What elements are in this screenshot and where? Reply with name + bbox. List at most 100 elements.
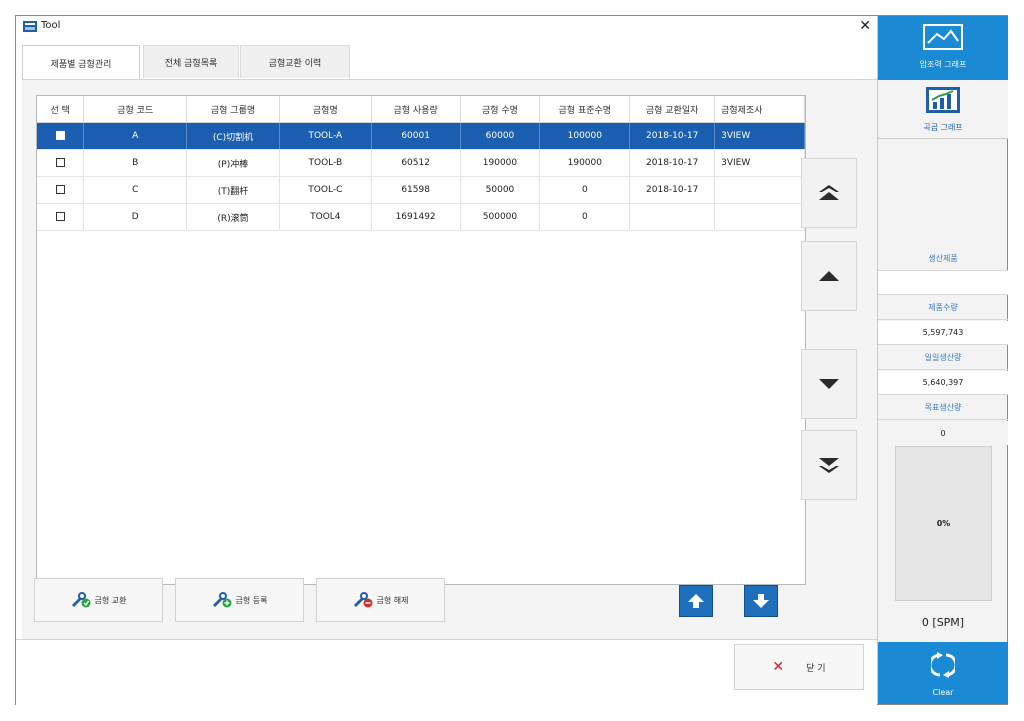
tool-register-icon [212,592,231,608]
table-row[interactable]: B (P)冲棒 TOOL-B 60512 190000 190000 2018-… [37,149,805,177]
tool-app-icon [23,21,37,32]
cell-tool-code: C [83,176,188,204]
line-graph-icon [923,24,963,50]
target-output-header: 목표생산량 [878,396,1008,420]
quantity-header: 제품수량 [878,296,1008,320]
cell-tool-group: (C)切割机 [186,122,280,150]
cell-tool-life: 190000 [460,149,541,177]
col-header-tool-usage[interactable]: 금형 사용량 [371,96,461,123]
target-output-value: 0 [878,421,1008,445]
cell-tool-life: 60000 [460,122,541,150]
col-header-tool-code[interactable]: 금형 코드 [83,96,188,123]
col-header-tool-name[interactable]: 금형명 [279,96,372,123]
cell-change-date: 2018-10-17 [629,149,716,177]
close-label: 닫 기 [806,663,826,674]
cell-manufacturer [714,176,805,204]
scroll-bottom-button[interactable] [801,430,857,500]
cell-standard-life: 100000 [539,122,631,150]
cell-manufacturer [714,203,805,231]
window-title: Tool [41,20,61,31]
progress-gauge: 0% [895,446,992,601]
col-header-tool-group[interactable]: 금형 그룹명 [186,96,280,123]
table-row[interactable]: D (R)滚筒 TOOL4 1691492 500000 0 [37,203,805,231]
scroll-down-button[interactable] [801,349,857,419]
cell-tool-name: TOOL-B [279,149,372,177]
spm-readout: 0 [SPM] [921,616,965,629]
quantity-value: 5,597,743 [878,321,1008,345]
tool-replace-label: 금형 교환 [94,595,127,605]
tab-all-tool-list[interactable]: 전체 금형목록 [143,45,239,78]
cell-tool-code: B [83,149,188,177]
tool-register-button[interactable]: 금형 등록 [175,578,304,622]
clear-button[interactable]: Clear [878,642,1008,704]
cell-tool-name: TOOL-C [279,176,372,204]
tool-register-label: 금형 등록 [235,595,268,605]
tab-tool-change-history[interactable]: 금형교환 이력 [240,45,350,78]
close-icon[interactable]: ✕ [859,18,871,34]
cell-tool-usage: 61598 [371,176,461,204]
cell-tool-group: (T)翻杆 [186,176,280,204]
product-value [878,271,1008,295]
row-checkbox[interactable] [55,185,65,194]
cell-tool-life: 500000 [460,203,541,231]
close-x-icon: ✕ [772,659,785,675]
cell-manufacturer: 3VIEW [714,122,805,150]
cell-tool-usage: 60001 [371,122,461,150]
row-checkbox[interactable] [55,131,65,140]
daily-output-header: 일일생산량 [878,346,1008,370]
double-chevron-up-icon [819,185,839,200]
cell-tool-usage: 60512 [371,149,461,177]
cell-tool-code: A [83,122,188,150]
cell-change-date: 2018-10-17 [629,122,716,150]
row-checkbox[interactable] [55,158,65,167]
tool-remove-icon [353,592,372,608]
gauge-percent: 0% [936,519,951,528]
scroll-up-button[interactable] [801,241,857,311]
tool-replace-button[interactable]: 금형 교환 [34,578,163,622]
cell-change-date: 2018-10-17 [629,176,716,204]
move-up-button[interactable] [679,585,713,617]
cell-tool-code: D [83,203,188,231]
cell-tool-group: (P)冲棒 [186,149,280,177]
chevron-down-icon [819,379,839,389]
app-frame: Tool ✕ 제품별 금형관리 전체 금형목록 금형교환 이력 선 택 금형 코… [15,15,1008,705]
col-header-change-date[interactable]: 금형 교환일자 [629,96,716,123]
col-header-select[interactable]: 선 택 [37,96,85,123]
cell-tool-name: TOOL4 [279,203,372,231]
tool-table[interactable]: 선 택 금형 코드 금형 그룹명 금형명 금형 사용량 금형 수명 금형 표준수… [36,95,806,585]
cell-tool-usage: 1691492 [371,203,461,231]
tool-window: Tool ✕ 제품별 금형관리 전체 금형목록 금형교환 이력 선 택 금형 코… [16,16,877,705]
arrow-up-icon [688,594,704,608]
row-checkbox[interactable] [55,212,65,221]
col-header-tool-life[interactable]: 금형 수명 [460,96,541,123]
col-header-standard-life[interactable]: 금형 표준수명 [539,96,631,123]
cell-standard-life: 0 [539,203,631,231]
pressure-graph-button[interactable]: 압조력 그래프 [878,16,1008,80]
col-header-manufacturer[interactable]: 금형제조사 [714,96,805,123]
close-button[interactable]: ✕ 닫 기 [734,644,864,690]
tool-remove-button[interactable]: 금형 해제 [316,578,445,622]
product-header: 생산제품 [878,247,1008,271]
move-down-button[interactable] [744,585,778,617]
cell-standard-life: 0 [539,176,631,204]
table-row[interactable]: A (C)切割机 TOOL-A 60001 60000 100000 2018-… [37,122,805,150]
scroll-top-button[interactable] [801,158,857,228]
trend-graph-button[interactable]: 곡곱 그래프 [878,80,1008,139]
tool-remove-label: 금형 해제 [376,595,409,605]
table-header-row: 선 택 금형 코드 금형 그룹명 금형명 금형 사용량 금형 수명 금형 표준수… [37,96,805,123]
pressure-graph-label: 압조력 그래프 [919,60,967,69]
cell-tool-group: (R)滚筒 [186,203,280,231]
clear-label: Clear [932,688,954,697]
cell-manufacturer: 3VIEW [714,149,805,177]
cell-change-date [629,203,716,231]
tool-replace-icon [71,592,90,608]
cell-tool-name: TOOL-A [279,122,372,150]
daily-output-value: 5,640,397 [878,371,1008,395]
status-sidebar: 압조력 그래프 곡곱 그래프 생산제품 제품수량 5,597,743 일일생산량… [877,16,1008,704]
trend-graph-label: 곡곱 그래프 [923,123,963,132]
double-chevron-down-icon [819,458,839,473]
tab-product-tool-management[interactable]: 제품별 금형관리 [22,45,140,80]
cell-standard-life: 190000 [539,149,631,177]
bar-graph-icon [926,87,960,113]
table-row[interactable]: C (T)翻杆 TOOL-C 61598 50000 0 2018-10-17 [37,176,805,204]
